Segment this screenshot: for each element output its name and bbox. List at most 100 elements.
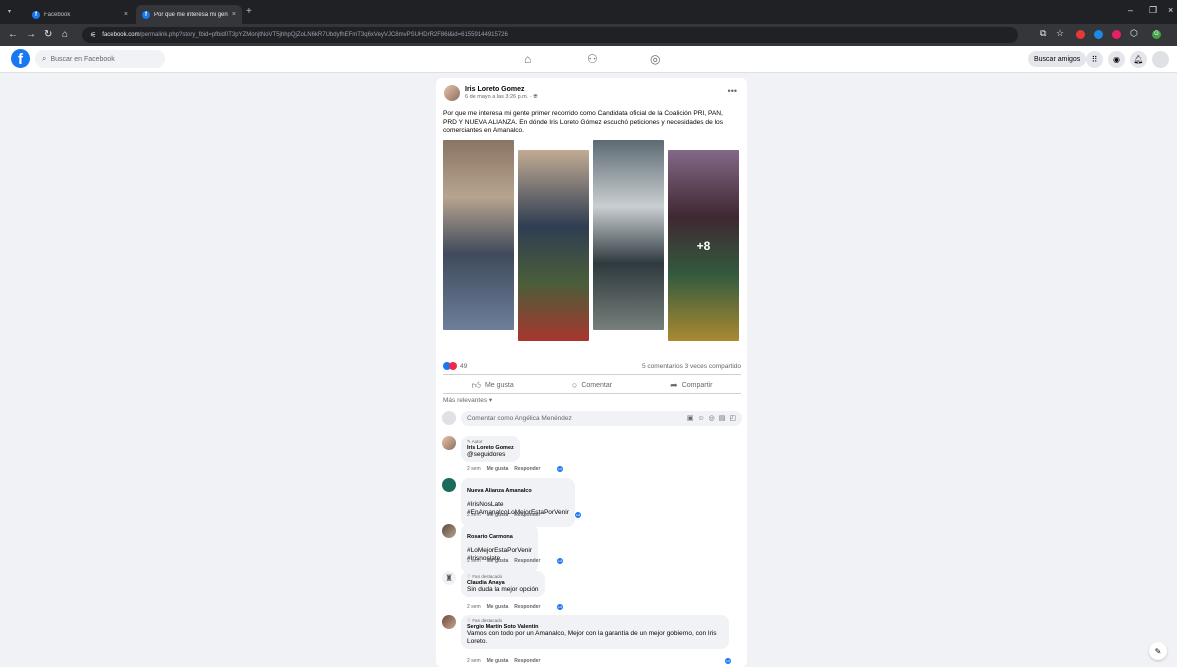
more-photos-overlay[interactable]: +8 bbox=[668, 150, 739, 341]
comment-time[interactable]: 2 sem bbox=[467, 558, 481, 564]
heart-icon: ♡ bbox=[467, 618, 472, 623]
commenter-name[interactable]: Rosario Carmona bbox=[467, 534, 532, 540]
reaction-count[interactable]: 49 bbox=[460, 363, 467, 370]
comment-like-button[interactable]: Me gusta bbox=[487, 604, 509, 610]
reactions-bar: 49 5 comentarios 3 veces compartido bbox=[443, 362, 741, 370]
maximize-icon[interactable]: ❐ bbox=[1149, 5, 1157, 16]
comment-like-button[interactable]: Me gusta bbox=[487, 512, 509, 518]
post-stats[interactable]: 5 comentarios 3 veces compartido bbox=[642, 363, 741, 370]
find-friends-button[interactable]: Buscar amigos bbox=[1028, 51, 1087, 67]
profile-avatar[interactable]: G bbox=[1152, 30, 1161, 39]
minimize-icon[interactable]: – bbox=[1128, 5, 1133, 15]
avatar[interactable] bbox=[442, 478, 456, 492]
friends-icon[interactable]: ⚇ bbox=[587, 52, 598, 66]
extension-icon[interactable] bbox=[1112, 30, 1121, 39]
share-button[interactable]: ➦ Compartir bbox=[642, 378, 741, 392]
cast-icon[interactable]: ⧉ bbox=[1040, 28, 1046, 39]
star-icon[interactable]: ☆ bbox=[1056, 28, 1064, 39]
close-icon[interactable]: × bbox=[232, 11, 236, 18]
messenger-icon[interactable]: ◉ bbox=[1108, 51, 1125, 68]
forward-icon[interactable]: → bbox=[26, 29, 36, 41]
post-photo[interactable] bbox=[593, 140, 664, 330]
comment-time[interactable]: 2 sem bbox=[467, 658, 481, 664]
avatar[interactable] bbox=[442, 436, 456, 450]
bell-icon[interactable]: 🔔︎ bbox=[1130, 51, 1147, 68]
like-icon[interactable]: 👍︎ bbox=[556, 557, 564, 565]
extension-icon[interactable] bbox=[1076, 30, 1085, 39]
home-nav-icon[interactable]: ⌂ bbox=[524, 52, 531, 66]
camera-icon[interactable]: ◎ bbox=[709, 414, 715, 422]
comment-bubble: ♡ Fan destacado Sergio Martín Soto Valen… bbox=[461, 615, 729, 649]
comment-like-button[interactable]: Me gusta bbox=[487, 466, 509, 472]
extension-icon[interactable] bbox=[1094, 30, 1103, 39]
groups-icon[interactable]: ◎ bbox=[650, 52, 660, 66]
browser-tab-facebook[interactable]: f Facebook × bbox=[26, 5, 134, 24]
browser-tabstrip: ▾ f Facebook × f Por que me interesa mi … bbox=[0, 0, 1177, 24]
avatar[interactable] bbox=[442, 615, 456, 629]
comment-footer: 2 sem Me gusta Responder bbox=[467, 466, 546, 472]
sticker-icon[interactable]: ▣ bbox=[687, 414, 694, 422]
post-date[interactable]: 6 de mayo a las 3:26 p.m. · bbox=[465, 94, 533, 100]
comment-like-button[interactable]: Me gusta bbox=[487, 558, 509, 564]
comment-reply-button[interactable]: Responder bbox=[514, 658, 540, 664]
edit-compose-icon[interactable]: ✎ bbox=[1149, 642, 1167, 660]
comment-button[interactable]: ○ Comentar bbox=[542, 378, 641, 392]
home-icon[interactable]: ⌂ bbox=[62, 29, 68, 41]
more-icon[interactable]: ••• bbox=[728, 86, 737, 96]
comment-reply-button[interactable]: Responder bbox=[514, 466, 540, 472]
facebook-logo-icon[interactable]: f bbox=[11, 49, 30, 68]
post-card: Iris Loreto Gomez 6 de mayo a las 3:26 p… bbox=[436, 78, 747, 667]
reload-icon[interactable]: ↻ bbox=[44, 29, 52, 41]
avatar[interactable] bbox=[442, 524, 456, 538]
comment-reply-button[interactable]: Responder bbox=[514, 604, 540, 610]
comment-text: Sin duda la mejor opción bbox=[467, 586, 539, 593]
comment-reply-button[interactable]: Responder bbox=[514, 558, 540, 564]
like-icon[interactable]: 👍︎ bbox=[724, 657, 732, 665]
account-avatar[interactable] bbox=[1152, 51, 1169, 68]
heart-icon: ♡ bbox=[467, 574, 472, 579]
comment-like-button[interactable]: Me gusta bbox=[487, 658, 509, 664]
close-icon[interactable]: × bbox=[124, 11, 128, 18]
author-name[interactable]: Iris Loreto Gomez bbox=[465, 86, 538, 93]
badge-label: Fan destacado bbox=[472, 574, 503, 579]
sticker-icon[interactable]: ◰ bbox=[729, 414, 736, 422]
extension-icon[interactable]: ⬡ bbox=[1130, 28, 1138, 39]
tune-icon[interactable]: ⚟ bbox=[90, 31, 96, 39]
tab-list-icon[interactable]: ▾ bbox=[8, 8, 18, 18]
address-bar[interactable]: ⚟ facebook.com/permalink.php?story_fbid=… bbox=[82, 27, 1018, 43]
like-button[interactable]: 👍︎ Me gusta bbox=[443, 378, 542, 392]
comment-bubble: Nueva Alianza Amanalco #IrisNosLate #EnA… bbox=[461, 478, 575, 527]
comment-icon: ○ bbox=[571, 380, 578, 390]
comment-input[interactable]: Comentar como Angélica Menéndez ▣ ☺ ◎ ▤ … bbox=[461, 410, 742, 426]
comment-reply-button[interactable]: Responder bbox=[514, 512, 540, 518]
like-icon[interactable]: 👍︎ bbox=[556, 465, 564, 473]
comment-item: ♜ ♡ Fan destacado Claudia Anaya Sin duda… bbox=[442, 571, 742, 611]
comment-time[interactable]: 2 sem bbox=[467, 466, 481, 472]
post-photo[interactable] bbox=[443, 140, 514, 330]
like-icon[interactable]: 👍︎ bbox=[574, 511, 582, 519]
url-path: /permalink.php?story_fbid=pfbid0T3pYZMon… bbox=[139, 32, 508, 38]
comment-sort[interactable]: Más relevantes ▾ bbox=[443, 396, 492, 404]
divider bbox=[443, 393, 741, 394]
avatar[interactable]: ♜ bbox=[442, 571, 456, 585]
browser-tab-post[interactable]: f Por que me interesa mi gente p × bbox=[136, 5, 242, 24]
comment-text: @seguidores bbox=[467, 451, 506, 458]
search-input[interactable]: ⌕ Buscar en Facebook bbox=[35, 50, 165, 68]
window-close-icon[interactable]: × bbox=[1168, 5, 1173, 15]
grid-menu-icon[interactable]: ⠿ bbox=[1086, 51, 1103, 68]
post-photo[interactable] bbox=[518, 150, 589, 341]
like-icon[interactable]: 👍︎ bbox=[556, 603, 564, 611]
back-icon[interactable]: ← bbox=[8, 29, 18, 41]
commenter-name[interactable]: Nueva Alianza Amanalco bbox=[467, 488, 569, 494]
post-photo[interactable]: +8 bbox=[668, 150, 739, 341]
comment-time[interactable]: 2 sem bbox=[467, 604, 481, 610]
comment-footer: 2 sem Me gusta Responder bbox=[467, 512, 546, 518]
gif-icon[interactable]: ▤ bbox=[719, 414, 726, 422]
comment-placeholder: Comentar como Angélica Menéndez bbox=[467, 414, 572, 422]
share-label: Compartir bbox=[681, 381, 713, 389]
author-avatar[interactable] bbox=[444, 85, 460, 101]
emoji-icon[interactable]: ☺ bbox=[697, 415, 704, 422]
facebook-header: f ⌕ Buscar en Facebook ⌂ ⚇ ◎ Buscar amig… bbox=[0, 46, 1177, 73]
comment-time[interactable]: 2 sem bbox=[467, 512, 481, 518]
plus-icon[interactable]: + bbox=[246, 6, 252, 17]
